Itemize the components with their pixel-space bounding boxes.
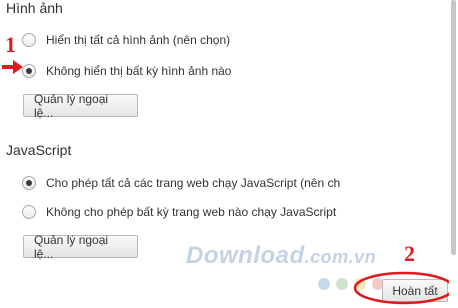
radio-selected-dot — [26, 68, 32, 74]
radio-label: Cho phép tất cả các trang web chạy JavaS… — [46, 176, 341, 190]
highlight-ellipse-icon — [353, 271, 455, 305]
download-watermark: Download.com.vn — [186, 242, 376, 270]
images-section-title: Hình ảnh — [6, 0, 63, 16]
scrollbar-thumb[interactable] — [451, 0, 456, 255]
radio-label: Không cho phép bất kỳ trang web nào chạy… — [46, 205, 337, 219]
radio-circle[interactable] — [22, 64, 36, 78]
radio-circle[interactable] — [22, 176, 36, 190]
radio-block-javascript[interactable]: Không cho phép bất kỳ trang web nào chạy… — [22, 205, 336, 219]
radio-circle[interactable] — [22, 33, 36, 47]
watermark-suffix: .com.vn — [304, 247, 377, 267]
red-arrow-icon — [2, 60, 23, 74]
images-manage-exceptions-button[interactable]: Quản lý ngoại lệ... — [23, 92, 138, 120]
watermark-dot — [336, 278, 348, 290]
radio-selected-dot — [26, 180, 32, 186]
annotation-number-2: 2 — [404, 241, 415, 266]
watermark-dot — [318, 278, 330, 290]
radio-show-all-images[interactable]: Hiển thị tất cả hình ảnh (nên chọn) — [22, 33, 230, 47]
radio-label: Hiển thị tất cả hình ảnh (nên chọn) — [46, 33, 231, 47]
annotation-number-1: 1 — [5, 32, 16, 57]
javascript-section-title: JavaScript — [6, 142, 72, 158]
radio-allow-javascript[interactable]: Cho phép tất cả các trang web chạy JavaS… — [22, 176, 340, 190]
radio-no-images[interactable]: Không hiển thị bất kỳ hình ảnh nào — [22, 64, 231, 78]
javascript-manage-exceptions-button[interactable]: Quản lý ngoại lệ... — [23, 233, 138, 261]
radio-circle[interactable] — [22, 205, 36, 219]
radio-label: Không hiển thị bất kỳ hình ảnh nào — [46, 64, 232, 78]
watermark-main: Download — [186, 242, 305, 269]
